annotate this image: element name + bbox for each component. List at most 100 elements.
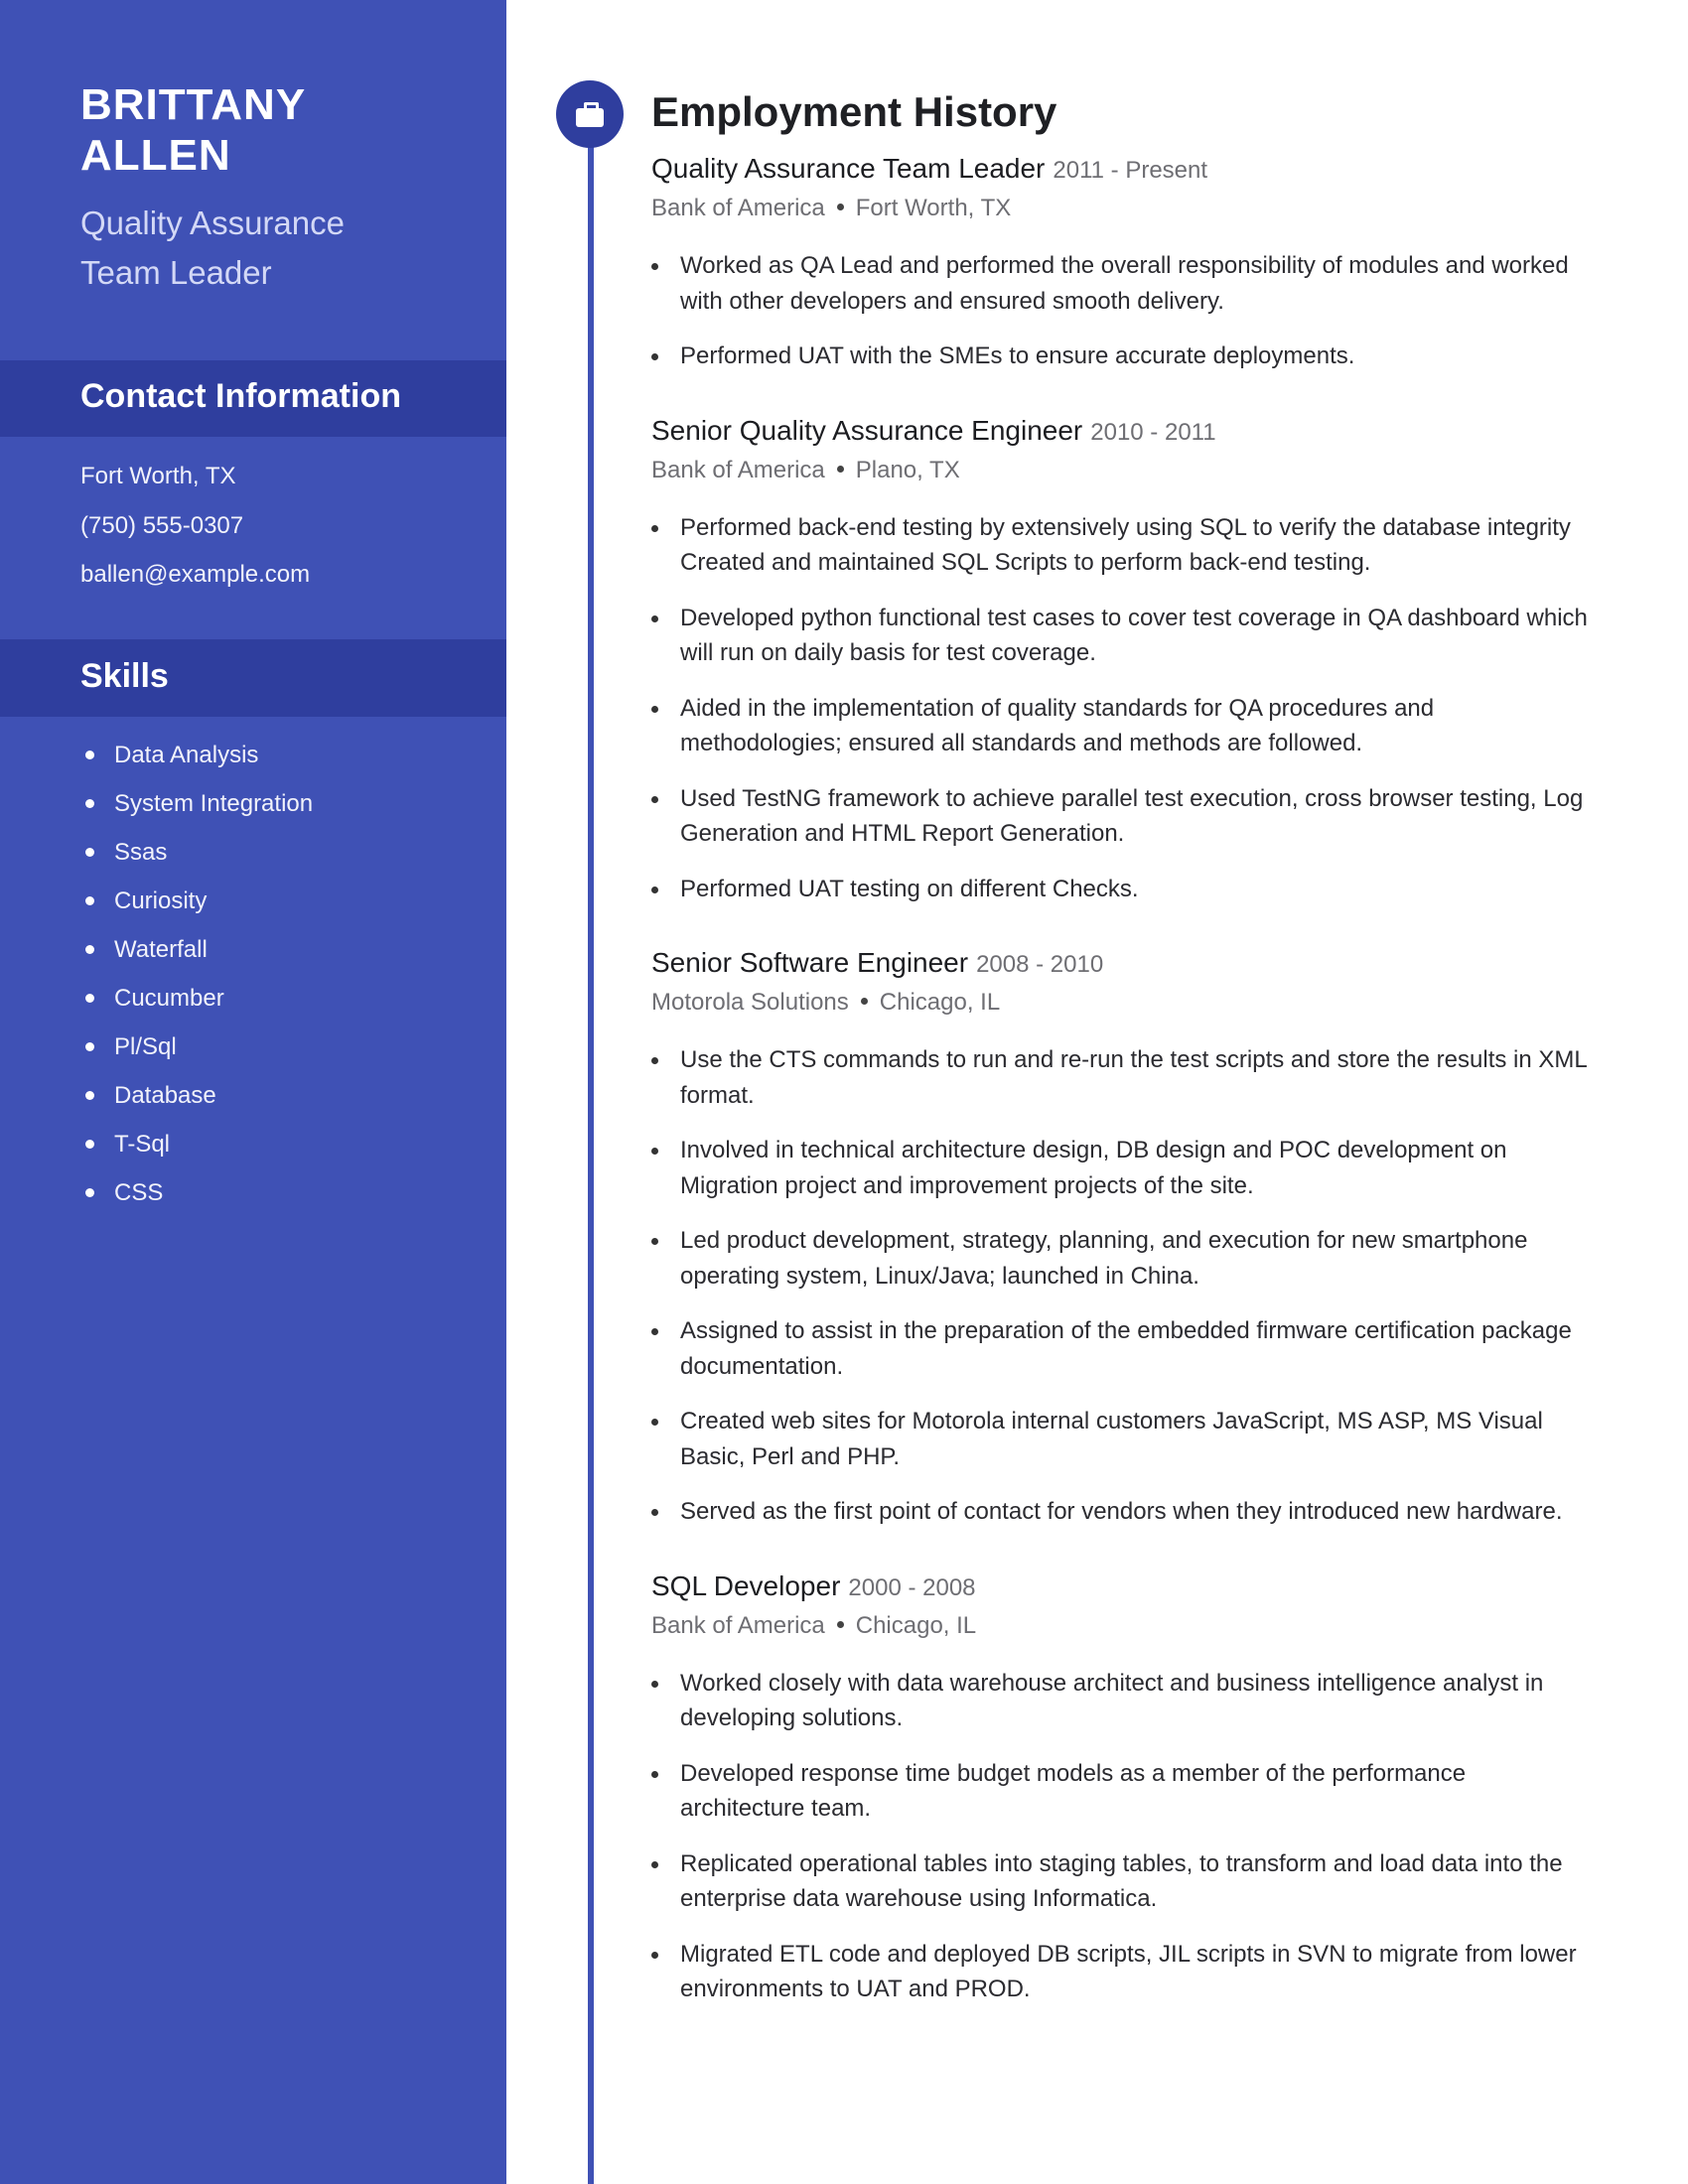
job-title: Senior Quality Assurance Engineer — [651, 414, 1083, 446]
bullet-text: Developed python functional test cases t… — [680, 604, 1588, 667]
job-bullet: Developed python functional test cases t… — [651, 601, 1590, 671]
title-line-2: Team Leader — [80, 254, 272, 291]
bullet-icon — [85, 1042, 94, 1051]
name-last: ALLEN — [80, 131, 231, 180]
job-title-row: Quality Assurance Team Leader 2011 - Pres… — [651, 149, 1590, 191]
bullet-icon — [651, 353, 658, 360]
bullet-icon — [651, 614, 658, 622]
bullet-text: Assigned to assist in the preparation of… — [680, 1317, 1572, 1380]
job-meta: Bank of America Plano, TX — [651, 453, 1590, 488]
bullet-text: Performed UAT with the SMEs to ensure ac… — [680, 342, 1355, 369]
job-location: Fort Worth, TX — [855, 195, 1012, 221]
bullet-icon — [651, 1148, 658, 1155]
skill-label: Pl/Sql — [114, 1033, 177, 1060]
job-title: Senior Software Engineer — [651, 947, 969, 978]
skill-item: CSS — [80, 1168, 313, 1217]
bullet-icon — [651, 705, 658, 713]
contact-section-header: Contact Information — [0, 360, 506, 437]
job-bullet: Created web sites for Motorola internal … — [651, 1404, 1590, 1474]
job-title-row: Senior Software Engineer 2008 - 2010 — [651, 943, 1590, 985]
skill-item: Waterfall — [80, 925, 313, 974]
skill-label: System Integration — [114, 790, 314, 817]
job-bullet: Migrated ETL code and deployed DB script… — [651, 1937, 1590, 2007]
job-dates: 2011 - Present — [1053, 157, 1208, 184]
job-location: Plano, TX — [855, 456, 960, 483]
bullet-text: Replicated operational tables into stagi… — [680, 1849, 1563, 1913]
bullet-icon — [651, 1680, 658, 1688]
job-bullets: Worked closely with data warehouse archi… — [651, 1666, 1590, 2007]
section-icon-circle — [556, 80, 624, 148]
bullet-icon — [85, 1140, 94, 1149]
job-bullet: Used TestNG framework to achieve paralle… — [651, 781, 1590, 852]
bullet-icon — [85, 896, 94, 905]
separator-dot-icon — [836, 204, 844, 211]
separator-dot-icon — [836, 465, 844, 473]
skill-label: Ssas — [114, 839, 168, 866]
bullet-icon — [85, 1091, 94, 1100]
bullet-icon — [651, 886, 658, 893]
skill-item: Ssas — [80, 828, 313, 877]
bullet-text: Worked as QA Lead and performed the over… — [680, 252, 1569, 315]
job-bullets: Performed back-end testing by extensivel… — [651, 510, 1590, 907]
job-bullet: Assigned to assist in the preparation of… — [651, 1313, 1590, 1384]
bullet-text: Worked closely with data warehouse archi… — [680, 1669, 1544, 1732]
skill-item: Data Analysis — [80, 731, 313, 779]
job-bullet: Performed back-end testing by extensivel… — [651, 510, 1590, 581]
bullet-text: Performed back-end testing by extensivel… — [680, 513, 1571, 577]
skills-heading: Skills — [80, 657, 169, 695]
job-title: SQL Developer — [651, 1570, 841, 1601]
skill-item: Database — [80, 1071, 313, 1120]
contact-phone: (750) 555-0307 — [80, 511, 244, 539]
sidebar: BRITTANY ALLEN Quality Assurance Team Le… — [0, 0, 506, 2184]
bullet-text: Use the CTS commands to run and re-run t… — [680, 1046, 1587, 1109]
bullet-text: Developed response time budget models as… — [680, 1759, 1467, 1823]
job-entry: SQL Developer 2000 - 2008 Bank of America C… — [651, 1567, 1590, 2007]
employment-section: Employment History Quality Assurance Tea… — [651, 83, 1590, 2027]
bullet-text: Migrated ETL code and deployed DB script… — [680, 1940, 1577, 2003]
skill-label: Data Analysis — [114, 742, 259, 768]
job-bullet: Performed UAT testing on different Check… — [651, 872, 1590, 907]
bullet-icon — [651, 1057, 658, 1064]
job-location: Chicago, IL — [879, 989, 1001, 1016]
bullet-text: Served as the first point of contact for… — [680, 1498, 1563, 1525]
skills-section-header: Skills — [0, 639, 506, 717]
job-company: Bank of America — [651, 195, 825, 221]
bullet-text: Created web sites for Motorola internal … — [680, 1408, 1543, 1470]
skill-item: Cucumber — [80, 974, 313, 1023]
skill-label: T-Sql — [114, 1131, 171, 1158]
skill-label: Waterfall — [114, 936, 208, 963]
bullet-icon — [85, 994, 94, 1003]
bullet-icon — [85, 1188, 94, 1197]
job-bullet: Aided in the implementation of quality s… — [651, 691, 1590, 761]
job-bullet: Replicated operational tables into stagi… — [651, 1846, 1590, 1917]
bullet-icon — [651, 795, 658, 803]
job-bullet: Performed UAT with the SMEs to ensure ac… — [651, 339, 1590, 374]
contact-email: ballen@example.com — [80, 561, 311, 588]
job-bullets: Use the CTS commands to run and re-run t… — [651, 1042, 1590, 1530]
employment-heading: Employment History — [651, 88, 1057, 135]
job-bullets: Worked as QA Lead and performed the over… — [651, 248, 1590, 374]
bullet-icon — [85, 799, 94, 808]
job-list: Quality Assurance Team Leader 2011 - Pres… — [651, 149, 1590, 2007]
skill-item: System Integration — [80, 779, 313, 828]
job-company: Bank of America — [651, 1611, 825, 1639]
job-bullet: Use the CTS commands to run and re-run t… — [651, 1042, 1590, 1113]
job-bullet: Worked closely with data warehouse archi… — [651, 1666, 1590, 1736]
job-bullet: Led product development, strategy, plann… — [651, 1223, 1590, 1294]
skill-label: Cucumber — [114, 985, 224, 1012]
job-dates: 2000 - 2008 — [848, 1573, 976, 1601]
job-title-row: Senior Quality Assurance Engineer 2010 - … — [651, 411, 1590, 453]
contact-location: Fort Worth, TX — [80, 463, 236, 489]
skill-label: Curiosity — [114, 887, 208, 914]
job-meta: Bank of America Chicago, IL — [651, 1608, 1590, 1644]
bullet-icon — [651, 1328, 658, 1335]
bullet-icon — [85, 945, 94, 954]
job-bullet: Worked as QA Lead and performed the over… — [651, 248, 1590, 319]
bullet-icon — [85, 751, 94, 759]
briefcase-icon — [576, 102, 604, 127]
separator-dot-icon — [836, 1620, 844, 1628]
bullet-icon — [651, 524, 658, 532]
skill-item: Pl/Sql — [80, 1023, 313, 1071]
bullet-icon — [85, 848, 94, 857]
bullet-icon — [651, 1770, 658, 1778]
